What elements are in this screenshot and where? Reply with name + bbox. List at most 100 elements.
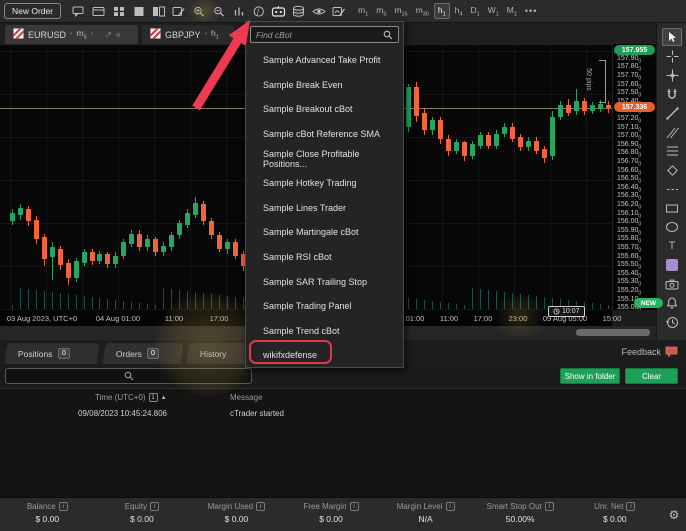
clear-button[interactable]: Clear — [625, 368, 678, 384]
fibonacci-icon[interactable] — [662, 142, 682, 160]
candle[interactable] — [90, 252, 95, 261]
candle[interactable] — [217, 235, 222, 249]
candle[interactable] — [145, 239, 150, 248]
split-chart-icon[interactable] — [149, 3, 168, 20]
eye-icon[interactable] — [309, 3, 328, 20]
candle[interactable] — [406, 87, 411, 127]
candle[interactable] — [113, 256, 118, 265]
zoom-in-icon[interactable] — [189, 3, 208, 20]
candle[interactable] — [129, 234, 134, 244]
candle[interactable] — [161, 246, 166, 253]
info-icon[interactable]: i — [545, 502, 554, 511]
cbot-item-sample-breakout-cbot[interactable]: Sample Breakout cBot — [246, 97, 403, 122]
candle[interactable] — [34, 220, 39, 239]
candle[interactable] — [446, 139, 451, 151]
candle[interactable] — [58, 249, 63, 265]
show-in-folder-button[interactable]: Show in folder — [560, 368, 620, 384]
close-tab-icon[interactable]: × — [116, 30, 121, 40]
candle[interactable] — [414, 87, 419, 116]
candle[interactable] — [590, 105, 595, 111]
cbot-item-sample-trading-panel[interactable]: Sample Trading Panel — [246, 294, 403, 319]
text-icon[interactable]: T — [662, 237, 682, 255]
more-timeframes-button[interactable]: ••• — [525, 6, 537, 16]
candle[interactable] — [502, 127, 507, 134]
cbot-item-sample-martingale-cbot[interactable]: Sample Martingale cBot — [246, 220, 403, 245]
replay-clock-icon[interactable] — [662, 313, 682, 331]
info-icon[interactable]: i — [150, 502, 159, 511]
indicator-icon[interactable] — [229, 3, 248, 20]
candle[interactable] — [558, 105, 563, 117]
candle[interactable] — [185, 213, 190, 225]
timeframe-h1[interactable]: h1 — [434, 3, 450, 20]
single-chart-icon[interactable] — [129, 3, 148, 20]
candle[interactable] — [462, 142, 467, 156]
new-order-button[interactable]: New Order — [4, 3, 61, 19]
pointer-icon[interactable] — [662, 28, 682, 46]
cbot-item-sample-rsi-cbot[interactable]: Sample RSI cBot — [246, 245, 403, 270]
rectangle-icon[interactable] — [662, 199, 682, 217]
zoom-out-icon[interactable] — [209, 3, 228, 20]
candle[interactable] — [10, 213, 15, 222]
info-icon[interactable]: i — [350, 502, 359, 511]
log-column-time[interactable]: Time (UTC+0) 1 ▲ — [95, 393, 167, 402]
cbot-item-sample-advanced-take-profit[interactable]: Sample Advanced Take Profit — [246, 48, 403, 73]
candle[interactable] — [534, 141, 539, 151]
camera-icon[interactable] — [662, 275, 682, 293]
info-icon[interactable]: i — [59, 502, 68, 511]
candle[interactable] — [470, 144, 475, 156]
candle[interactable] — [169, 235, 174, 247]
info-icon[interactable]: i — [256, 502, 265, 511]
candle[interactable] — [510, 127, 515, 139]
trendline-icon[interactable] — [662, 104, 682, 122]
tab-timeframe[interactable]: m5 — [76, 28, 86, 41]
cbot-item-sample-cbot-reference-sma[interactable]: Sample cBot Reference SMA — [246, 122, 403, 147]
channel-icon[interactable] — [662, 123, 682, 141]
candle[interactable] — [201, 204, 206, 221]
chart-edit-icon[interactable] — [169, 3, 188, 20]
panel-tab-history[interactable]: History — [187, 343, 254, 364]
candle[interactable] — [193, 203, 198, 215]
candle[interactable] — [454, 142, 459, 151]
candle[interactable] — [26, 209, 31, 221]
candle[interactable] — [606, 105, 611, 109]
candle[interactable] — [233, 242, 238, 256]
candle[interactable] — [42, 237, 47, 259]
timeframe-m1[interactable]: m1 — [355, 4, 371, 19]
candle[interactable] — [526, 141, 531, 148]
candle[interactable] — [478, 135, 483, 145]
info-icon[interactable]: i — [446, 502, 455, 511]
cbot-item-sample-break-even[interactable]: Sample Break Even — [246, 73, 403, 98]
candle[interactable] — [66, 263, 71, 279]
timeframe-m15[interactable]: m15 — [391, 4, 410, 19]
candle[interactable] — [598, 104, 603, 109]
tab-timeframe[interactable]: h1 — [211, 28, 219, 41]
timeframe-W1[interactable]: W1 — [485, 4, 502, 19]
grid-icon[interactable] — [109, 3, 128, 20]
cbot-search-input[interactable]: Find cBot — [250, 26, 399, 43]
pattern-edit-icon[interactable] — [329, 3, 348, 20]
cbot-item-sample-close-profitable-positions-[interactable]: Sample Close Profitable Positions... — [246, 146, 403, 171]
timeframe-M1[interactable]: M1 — [504, 4, 520, 19]
candle[interactable] — [50, 247, 55, 257]
price-axis[interactable]: 157.900157.800157.700157.600157.500157.4… — [612, 44, 656, 310]
settings-gear-icon[interactable]: ⚙ — [662, 498, 686, 531]
candle[interactable] — [542, 149, 547, 158]
candle[interactable] — [422, 113, 427, 130]
candle[interactable] — [494, 134, 499, 146]
color-swatch[interactable] — [662, 256, 682, 274]
feedback-button[interactable]: Feedback — [621, 346, 678, 357]
timeframe-m5[interactable]: m5 — [373, 4, 389, 19]
dashed-line-icon[interactable] — [662, 180, 682, 198]
candle[interactable] — [137, 234, 142, 248]
layout-icon[interactable] — [89, 3, 108, 20]
candle[interactable] — [582, 101, 587, 111]
cbot-robot-icon[interactable] — [269, 3, 288, 20]
chat-icon[interactable] — [69, 3, 88, 20]
timeframe-m30[interactable]: m30 — [413, 4, 432, 19]
candle[interactable] — [105, 254, 110, 264]
chart-tab-eurusd[interactable]: EURUSD • m5• ↗ × — [5, 25, 138, 44]
candle[interactable] — [486, 135, 491, 145]
hscrollbar-thumb[interactable] — [576, 329, 650, 336]
info-icon[interactable]: i — [626, 502, 635, 511]
panel-tab-orders[interactable]: Orders0 — [103, 343, 184, 364]
